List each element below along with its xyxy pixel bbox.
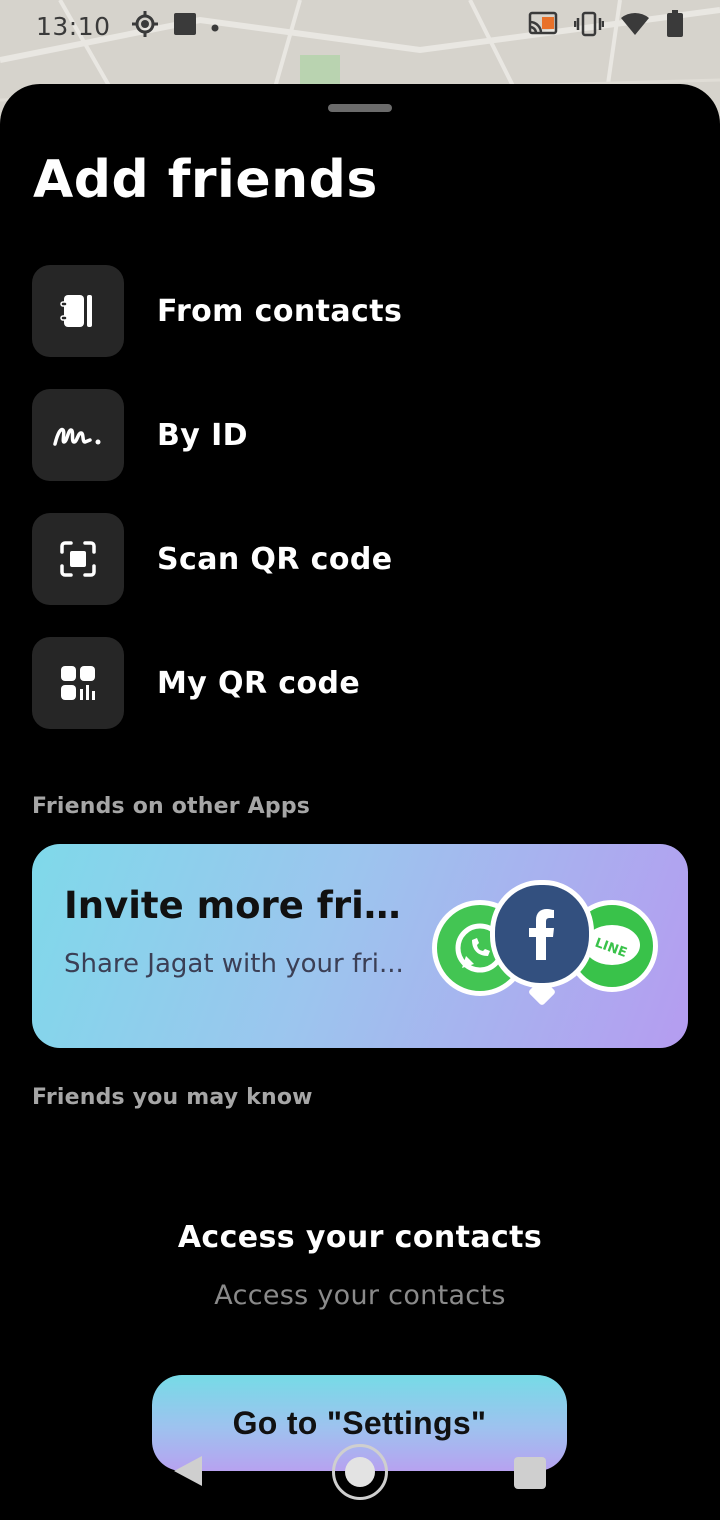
contacts-access-title: Access your contacts bbox=[177, 1220, 543, 1255]
wifi-icon bbox=[620, 12, 650, 40]
option-my-qr-code[interactable]: My QR code bbox=[32, 637, 688, 729]
scan-frame-icon bbox=[32, 513, 124, 605]
option-by-id[interactable]: By ID bbox=[32, 389, 688, 481]
invite-subtitle: Share Jagat with your fri... bbox=[64, 949, 404, 979]
option-from-contacts[interactable]: From contacts bbox=[32, 265, 688, 357]
section-label-may-know: Friends you may know bbox=[32, 1085, 313, 1110]
option-label: By ID bbox=[157, 417, 248, 453]
cast-icon bbox=[528, 11, 558, 41]
invite-friends-banner[interactable]: Invite more frie... Share Jagat with you… bbox=[32, 844, 688, 1048]
add-friends-sheet: Add friends From contacts By ID Scan QR … bbox=[0, 84, 720, 1520]
home-icon[interactable] bbox=[332, 1444, 388, 1500]
location-icon bbox=[131, 10, 159, 42]
app-notification-icon bbox=[173, 12, 197, 40]
facebook-icon bbox=[490, 880, 594, 988]
home-dot bbox=[345, 1457, 375, 1487]
social-apps-illustration: LINE bbox=[428, 880, 664, 1014]
option-scan-qr-code[interactable]: Scan QR code bbox=[32, 513, 688, 605]
back-icon[interactable] bbox=[172, 1454, 204, 1492]
contacts-access-subtitle: Access your contacts bbox=[214, 1280, 506, 1311]
qr-code-icon bbox=[32, 637, 124, 729]
status-bar: 13:10 bbox=[0, 0, 720, 52]
battery-icon bbox=[666, 10, 684, 42]
contacts-book-icon bbox=[32, 265, 124, 357]
vibrate-icon bbox=[573, 11, 605, 41]
status-time: 13:10 bbox=[36, 11, 111, 41]
option-label: My QR code bbox=[157, 665, 361, 701]
option-label: Scan QR code bbox=[157, 541, 393, 577]
option-label: From contacts bbox=[157, 293, 403, 329]
signature-icon bbox=[32, 389, 124, 481]
invite-title: Invite more frie... bbox=[64, 884, 424, 927]
section-label-other-apps: Friends on other Apps bbox=[32, 794, 311, 819]
sheet-drag-handle[interactable] bbox=[328, 104, 392, 112]
more-notifications-dot-icon bbox=[211, 17, 219, 36]
system-nav-bar bbox=[0, 1430, 720, 1520]
recents-icon[interactable] bbox=[514, 1457, 546, 1489]
page-title: Add friends bbox=[33, 150, 378, 210]
